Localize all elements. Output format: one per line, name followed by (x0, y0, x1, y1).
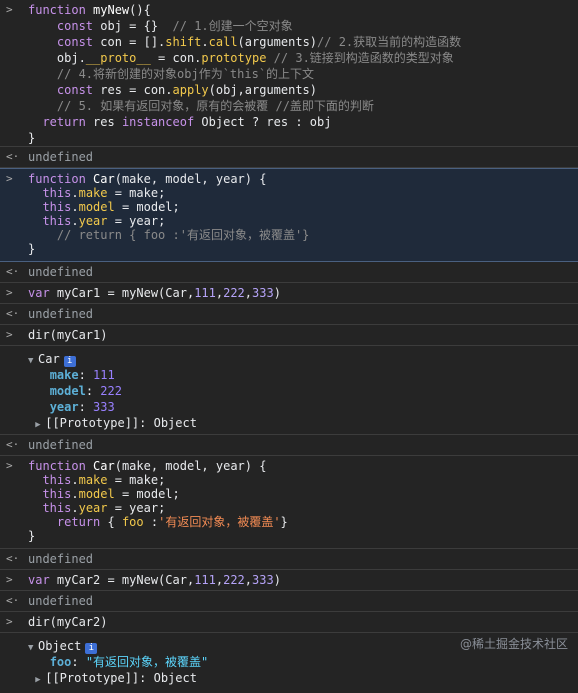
console-entry-input[interactable]: > function Car(make, model, year) { this.… (0, 456, 578, 549)
devtools-console: > function myNew(){ const obj = {} // 1.创… (0, 0, 578, 693)
console-entry-input[interactable]: > dir(myCar1) (0, 325, 578, 346)
return-arrow-icon: <· (6, 265, 20, 278)
console-entry-output: <· undefined (0, 435, 578, 456)
triangle-right-icon[interactable]: ▶ (35, 673, 45, 687)
chevron-right-icon: > (6, 573, 13, 586)
console-entry-output: <· undefined (0, 262, 578, 283)
chevron-right-icon: > (6, 172, 13, 185)
console-entry-output: <· undefined (0, 549, 578, 570)
triangle-right-icon[interactable]: ▶ (35, 418, 45, 432)
console-entry-input[interactable]: > function myNew(){ const obj = {} // 1.创… (0, 0, 578, 147)
info-icon: i (85, 643, 98, 654)
console-entry-input[interactable]: > var myCar2 = myNew(Car,111,222,333) (0, 570, 578, 591)
triangle-down-icon[interactable]: ▼ (28, 354, 38, 368)
chevron-right-icon: > (6, 286, 13, 299)
chevron-right-icon: > (6, 328, 13, 341)
return-arrow-icon: <· (6, 307, 20, 320)
return-arrow-icon: <· (6, 594, 20, 607)
return-arrow-icon: <· (6, 150, 20, 163)
console-entry-input[interactable]: > dir(myCar2) (0, 612, 578, 633)
console-entry-output: <· undefined (0, 147, 578, 168)
console-entry-input[interactable]: > function Car(make, model, year) { this.… (0, 168, 578, 262)
return-arrow-icon: <· (6, 552, 20, 565)
console-entry-output: <· undefined (0, 304, 578, 325)
triangle-down-icon[interactable]: ▼ (28, 641, 38, 655)
console-entry-input[interactable]: > var myCar1 = myNew(Car,111,222,333) (0, 283, 578, 304)
return-arrow-icon: <· (6, 438, 20, 451)
console-entry-output: <· undefined (0, 591, 578, 612)
chevron-right-icon: > (6, 459, 13, 472)
info-icon: i (63, 356, 76, 367)
object-inspector[interactable]: ▼ Car i make: 111 model: 222 year: 333 ▶[[… (0, 346, 578, 435)
chevron-right-icon: > (6, 3, 13, 16)
chevron-right-icon: > (6, 615, 13, 628)
watermark: @稀土掘金技术社区 (459, 637, 568, 651)
